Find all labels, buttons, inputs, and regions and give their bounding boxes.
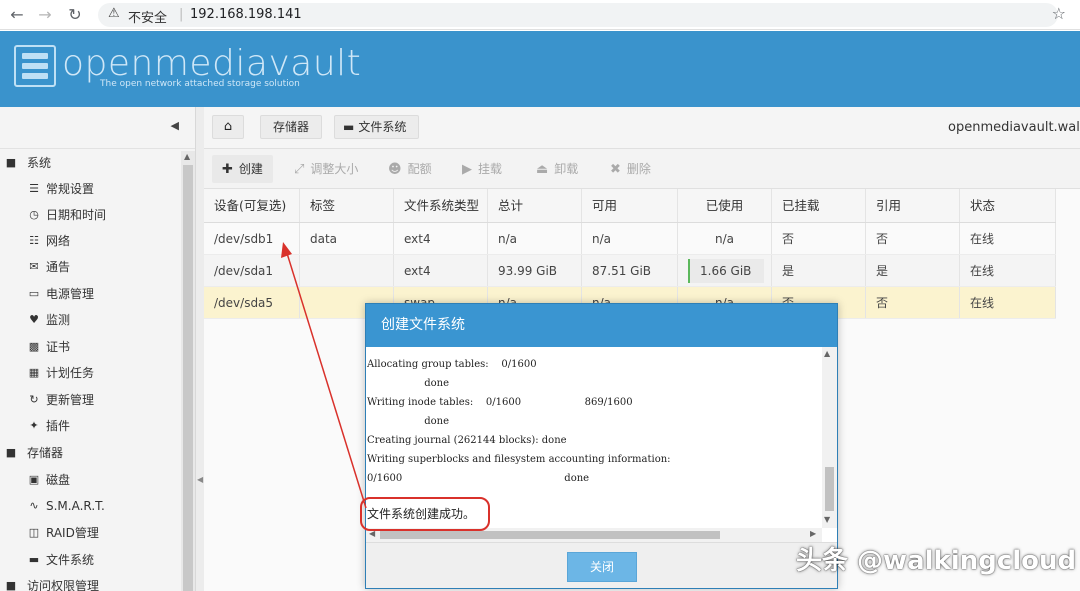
annotation-arrow <box>281 242 367 509</box>
watermark: 头条 @walkingcloud <box>796 546 1077 576</box>
